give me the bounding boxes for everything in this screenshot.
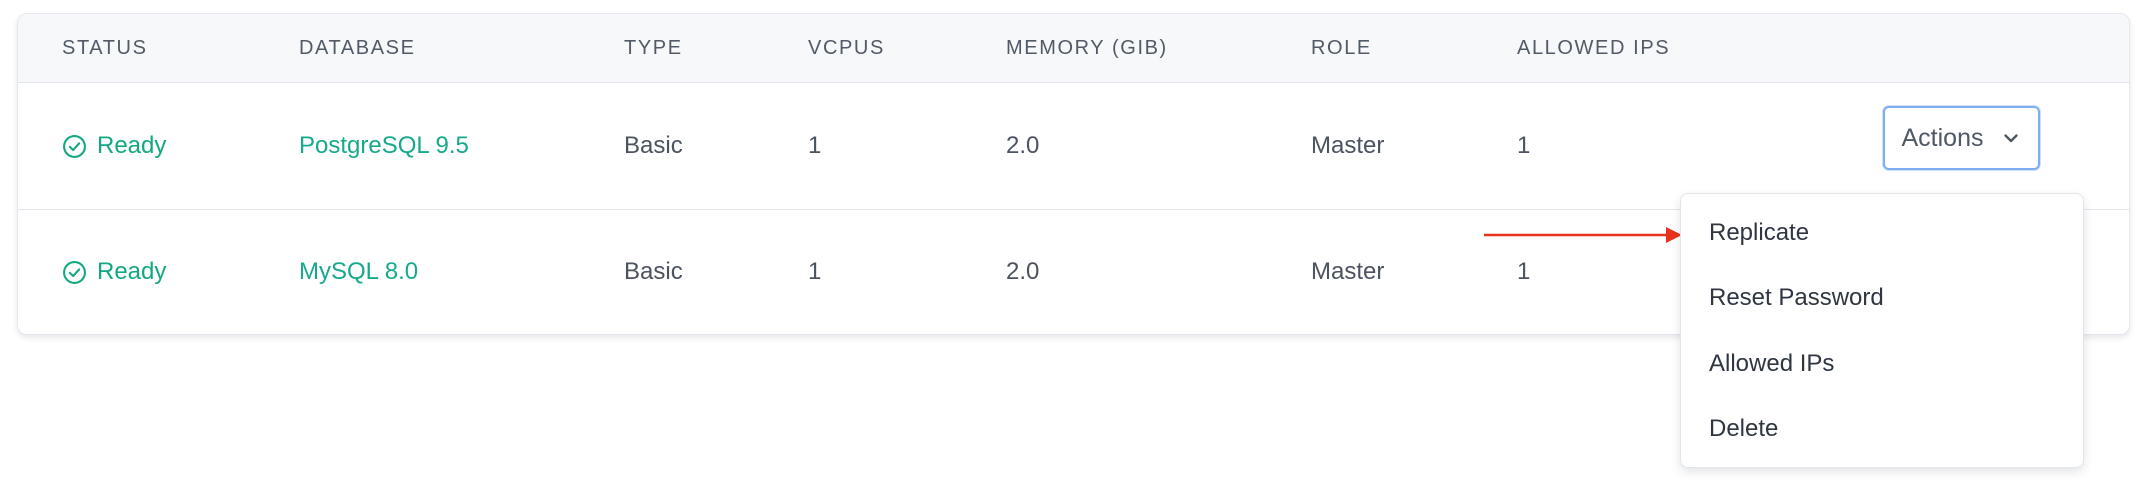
- database-link[interactable]: MySQL 8.0: [299, 258, 418, 286]
- menu-item-reset-password[interactable]: Reset Password: [1709, 284, 1884, 312]
- table-header: STATUS DATABASE TYPE VCPUS MEMORY (GIB) …: [18, 14, 2129, 83]
- menu-item-replicate[interactable]: Replicate: [1709, 219, 1809, 247]
- actions-dropdown-menu: Replicate Reset Password Allowed IPs Del…: [1680, 193, 2084, 468]
- database-cell: MySQL 8.0: [299, 210, 418, 334]
- role-cell: Master: [1311, 258, 1385, 285]
- column-header-status: STATUS: [62, 37, 148, 59]
- status-badge: Ready: [62, 210, 166, 334]
- chevron-down-icon: [2004, 134, 2019, 143]
- column-header-allowed-ips: ALLOWED IPS: [1517, 37, 1671, 59]
- database-link[interactable]: PostgreSQL 9.5: [299, 132, 469, 160]
- type-cell: Basic: [624, 258, 683, 285]
- column-header-role: ROLE: [1311, 37, 1372, 59]
- status-badge: Ready: [62, 83, 166, 209]
- check-circle-icon: [63, 134, 86, 158]
- column-header-vcpus: VCPUS: [808, 37, 885, 59]
- column-header-type: TYPE: [624, 37, 683, 59]
- vcpus-cell: 1: [808, 258, 822, 285]
- type-cell: Basic: [624, 132, 683, 159]
- role-cell: Master: [1311, 132, 1385, 159]
- table-row: Ready PostgreSQL 9.5 Basic 1 2.0 Master …: [18, 83, 2129, 210]
- column-header-database: DATABASE: [299, 37, 416, 59]
- database-cell: PostgreSQL 9.5: [299, 83, 469, 209]
- vcpus-cell: 1: [808, 132, 822, 159]
- actions-button-label: Actions: [1901, 123, 1984, 152]
- column-header-memory: MEMORY (GIB): [1006, 37, 1168, 59]
- menu-item-delete[interactable]: Delete: [1709, 415, 1778, 443]
- memory-cell: 2.0: [1006, 132, 1040, 159]
- allowed-ips-cell: 1: [1517, 132, 1531, 159]
- memory-cell: 2.0: [1006, 258, 1040, 285]
- status-text: Ready: [97, 132, 167, 159]
- menu-item-allowed-ips[interactable]: Allowed IPs: [1709, 350, 1834, 378]
- status-text: Ready: [97, 258, 167, 285]
- actions-button[interactable]: Actions: [1883, 106, 2040, 170]
- check-circle-icon: [63, 260, 86, 284]
- red-arrow-annotation: [1484, 227, 1682, 243]
